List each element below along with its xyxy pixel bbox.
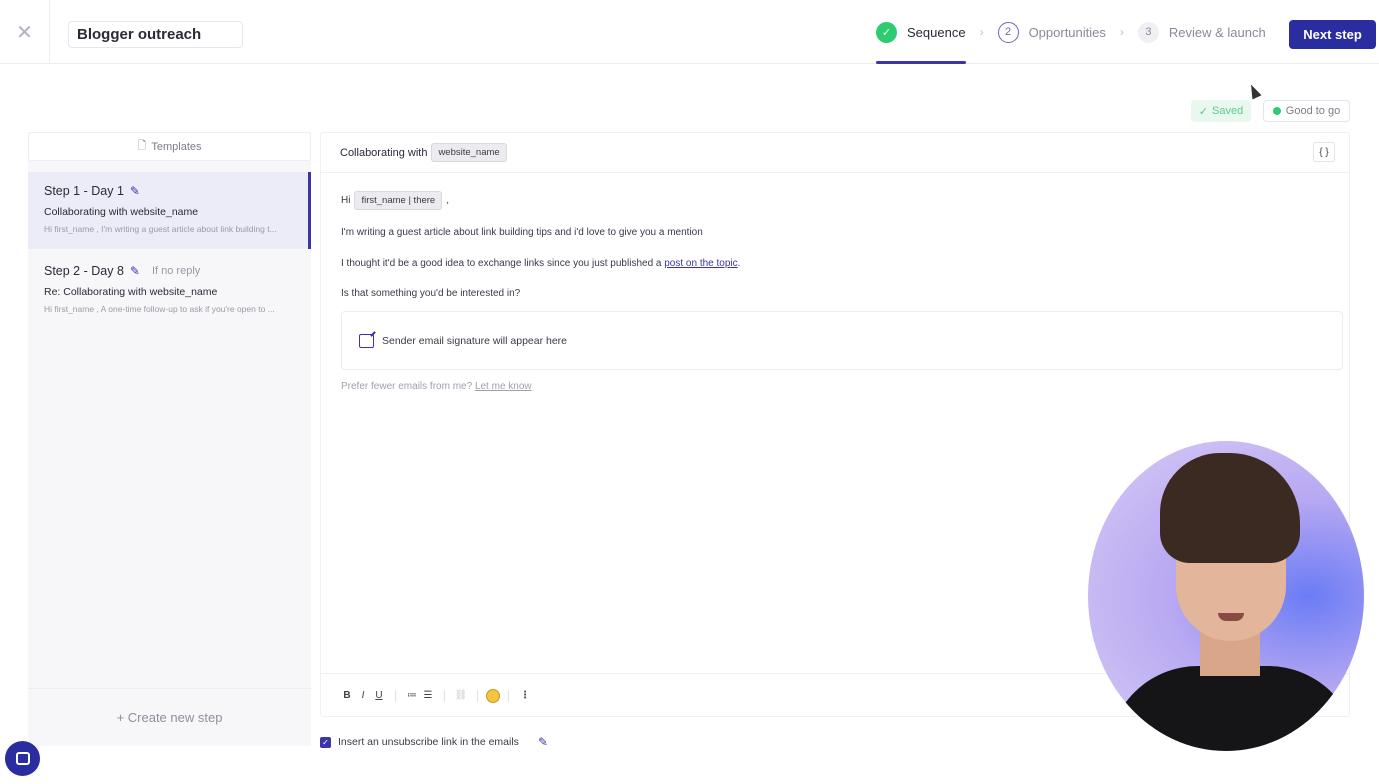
- emoji-icon[interactable]: [486, 688, 500, 703]
- step-title: Step 2 - Day 8: [44, 264, 124, 278]
- greeting-end: ,: [446, 195, 449, 206]
- create-new-step-button[interactable]: + Create new step: [28, 688, 311, 746]
- edit-pen-icon[interactable]: ✎: [130, 264, 140, 278]
- signature-placeholder[interactable]: Sender email signature will appear here: [341, 311, 1343, 370]
- italic-button[interactable]: I: [355, 690, 371, 701]
- edit-pen-icon[interactable]: ✎: [538, 735, 548, 749]
- chevron-right-icon: ›: [979, 25, 984, 39]
- step-sequence[interactable]: ✓ Sequence: [876, 0, 966, 64]
- divider: [477, 689, 478, 702]
- check-icon: ✓: [876, 21, 897, 43]
- wizard-stepper: ✓ Sequence › 2 Opportunities › 3 Review …: [876, 0, 1266, 64]
- step-label: Opportunities: [1028, 24, 1106, 40]
- step-title: Step 1 - Day 1: [44, 184, 124, 198]
- greeting-text: Hi: [341, 195, 351, 206]
- body-line-3[interactable]: Is that something you'd be interested in…: [341, 288, 520, 299]
- good-to-go-label: Good to go: [1285, 105, 1341, 117]
- next-step-button[interactable]: Next step: [1289, 20, 1376, 49]
- bullet-list-icon[interactable]: ☰: [420, 690, 436, 701]
- edit-pen-icon[interactable]: ✎: [130, 184, 140, 198]
- sequence-sidebar: 🗋 Templates Step 1 - Day 1 ✎ Collaborati…: [28, 132, 311, 746]
- step-label: Review & launch: [1168, 24, 1266, 40]
- step-preview: Hi first_name , I'm writing a guest arti…: [44, 224, 277, 234]
- chat-support-icon[interactable]: [5, 741, 40, 776]
- presenter-hair: [1160, 453, 1300, 563]
- step-preview: Hi first_name , A one-time follow-up to …: [44, 304, 275, 314]
- body-text: I thought it'd be a good idea to exchang…: [341, 258, 662, 269]
- presenter-shirt: [1108, 666, 1358, 751]
- body-line-1[interactable]: I'm writing a guest article about link b…: [341, 227, 703, 238]
- document-icon: 🗋: [137, 140, 147, 152]
- variables-braces-button[interactable]: { }: [1313, 142, 1335, 162]
- sequence-step-1[interactable]: Step 1 - Day 1 ✎ Collaborating with webs…: [28, 172, 311, 249]
- close-icon[interactable]: ✕: [0, 0, 50, 64]
- step-review-launch[interactable]: 3 Review & launch: [1137, 0, 1266, 64]
- subject-line[interactable]: Collaborating with website_name { }: [321, 133, 1349, 173]
- unsubscribe-prefix: Prefer fewer emails from me?: [341, 381, 473, 392]
- step-number: 2: [997, 21, 1019, 43]
- saved-label: Saved: [1212, 105, 1244, 117]
- unsubscribe-checkbox[interactable]: ✓: [320, 736, 331, 748]
- step-label: Sequence: [907, 24, 966, 40]
- step-opportunities[interactable]: 2 Opportunities: [997, 0, 1106, 64]
- divider: [508, 689, 509, 702]
- templates-button[interactable]: 🗋 Templates: [28, 132, 311, 161]
- presenter-video: [1088, 441, 1364, 751]
- check-icon: ✓: [1198, 105, 1208, 118]
- let-me-know-link[interactable]: Let me know: [475, 381, 532, 392]
- step-condition: If no reply: [151, 265, 201, 277]
- more-options-icon[interactable]: ⋮: [517, 690, 533, 701]
- chat-bubble-glyph: [15, 752, 30, 765]
- top-bar: ✕ Blogger outreach ✓ Sequence › 2 Opport…: [0, 0, 1379, 64]
- status-dot-icon: [1272, 107, 1281, 115]
- chevron-right-icon: ›: [1119, 25, 1124, 39]
- divider: [444, 689, 445, 702]
- sequence-step-2[interactable]: Step 2 - Day 8 ✎ If no reply Re: Collabo…: [28, 252, 311, 329]
- campaign-name-input[interactable]: Blogger outreach: [68, 21, 243, 48]
- presenter-eye: [1200, 556, 1214, 562]
- mouse-cursor-icon: [1246, 82, 1262, 100]
- step-subject: Re: Collaborating with website_name: [44, 286, 218, 298]
- saved-badge: ✓ Saved: [1191, 100, 1251, 122]
- bold-button[interactable]: B: [339, 690, 355, 701]
- unsubscribe-option-label: Insert an unsubscribe link in the emails: [338, 736, 519, 748]
- underline-button[interactable]: U: [371, 690, 387, 701]
- presenter-mouth: [1218, 613, 1244, 621]
- unsubscribe-text: Prefer fewer emails from me? Let me know: [341, 381, 532, 392]
- good-to-go-badge[interactable]: Good to go: [1263, 100, 1350, 122]
- unsubscribe-option[interactable]: ✓ Insert an unsubscribe link in the emai…: [320, 735, 548, 749]
- body-text-end: .: [737, 258, 741, 269]
- body-line-2[interactable]: I thought it'd be a good idea to exchang…: [341, 258, 740, 269]
- subject-text: Collaborating with: [340, 146, 428, 159]
- greeting-line[interactable]: Hi first_name | there ,: [341, 191, 449, 210]
- variable-chip[interactable]: website_name: [431, 143, 507, 162]
- step-number: 3: [1137, 21, 1159, 43]
- templates-label: Templates: [151, 140, 202, 153]
- ordered-list-icon[interactable]: ≔: [404, 690, 420, 701]
- link-icon[interactable]: ⛓: [453, 690, 469, 701]
- variable-chip[interactable]: first_name | there: [354, 191, 443, 210]
- signature-text: Sender email signature will appear here: [382, 334, 568, 347]
- edit-signature-icon: [359, 333, 374, 348]
- post-link[interactable]: post on the topic: [664, 258, 737, 269]
- presenter-eye: [1246, 556, 1260, 562]
- divider: [395, 689, 396, 702]
- step-subject: Collaborating with website_name: [44, 206, 199, 218]
